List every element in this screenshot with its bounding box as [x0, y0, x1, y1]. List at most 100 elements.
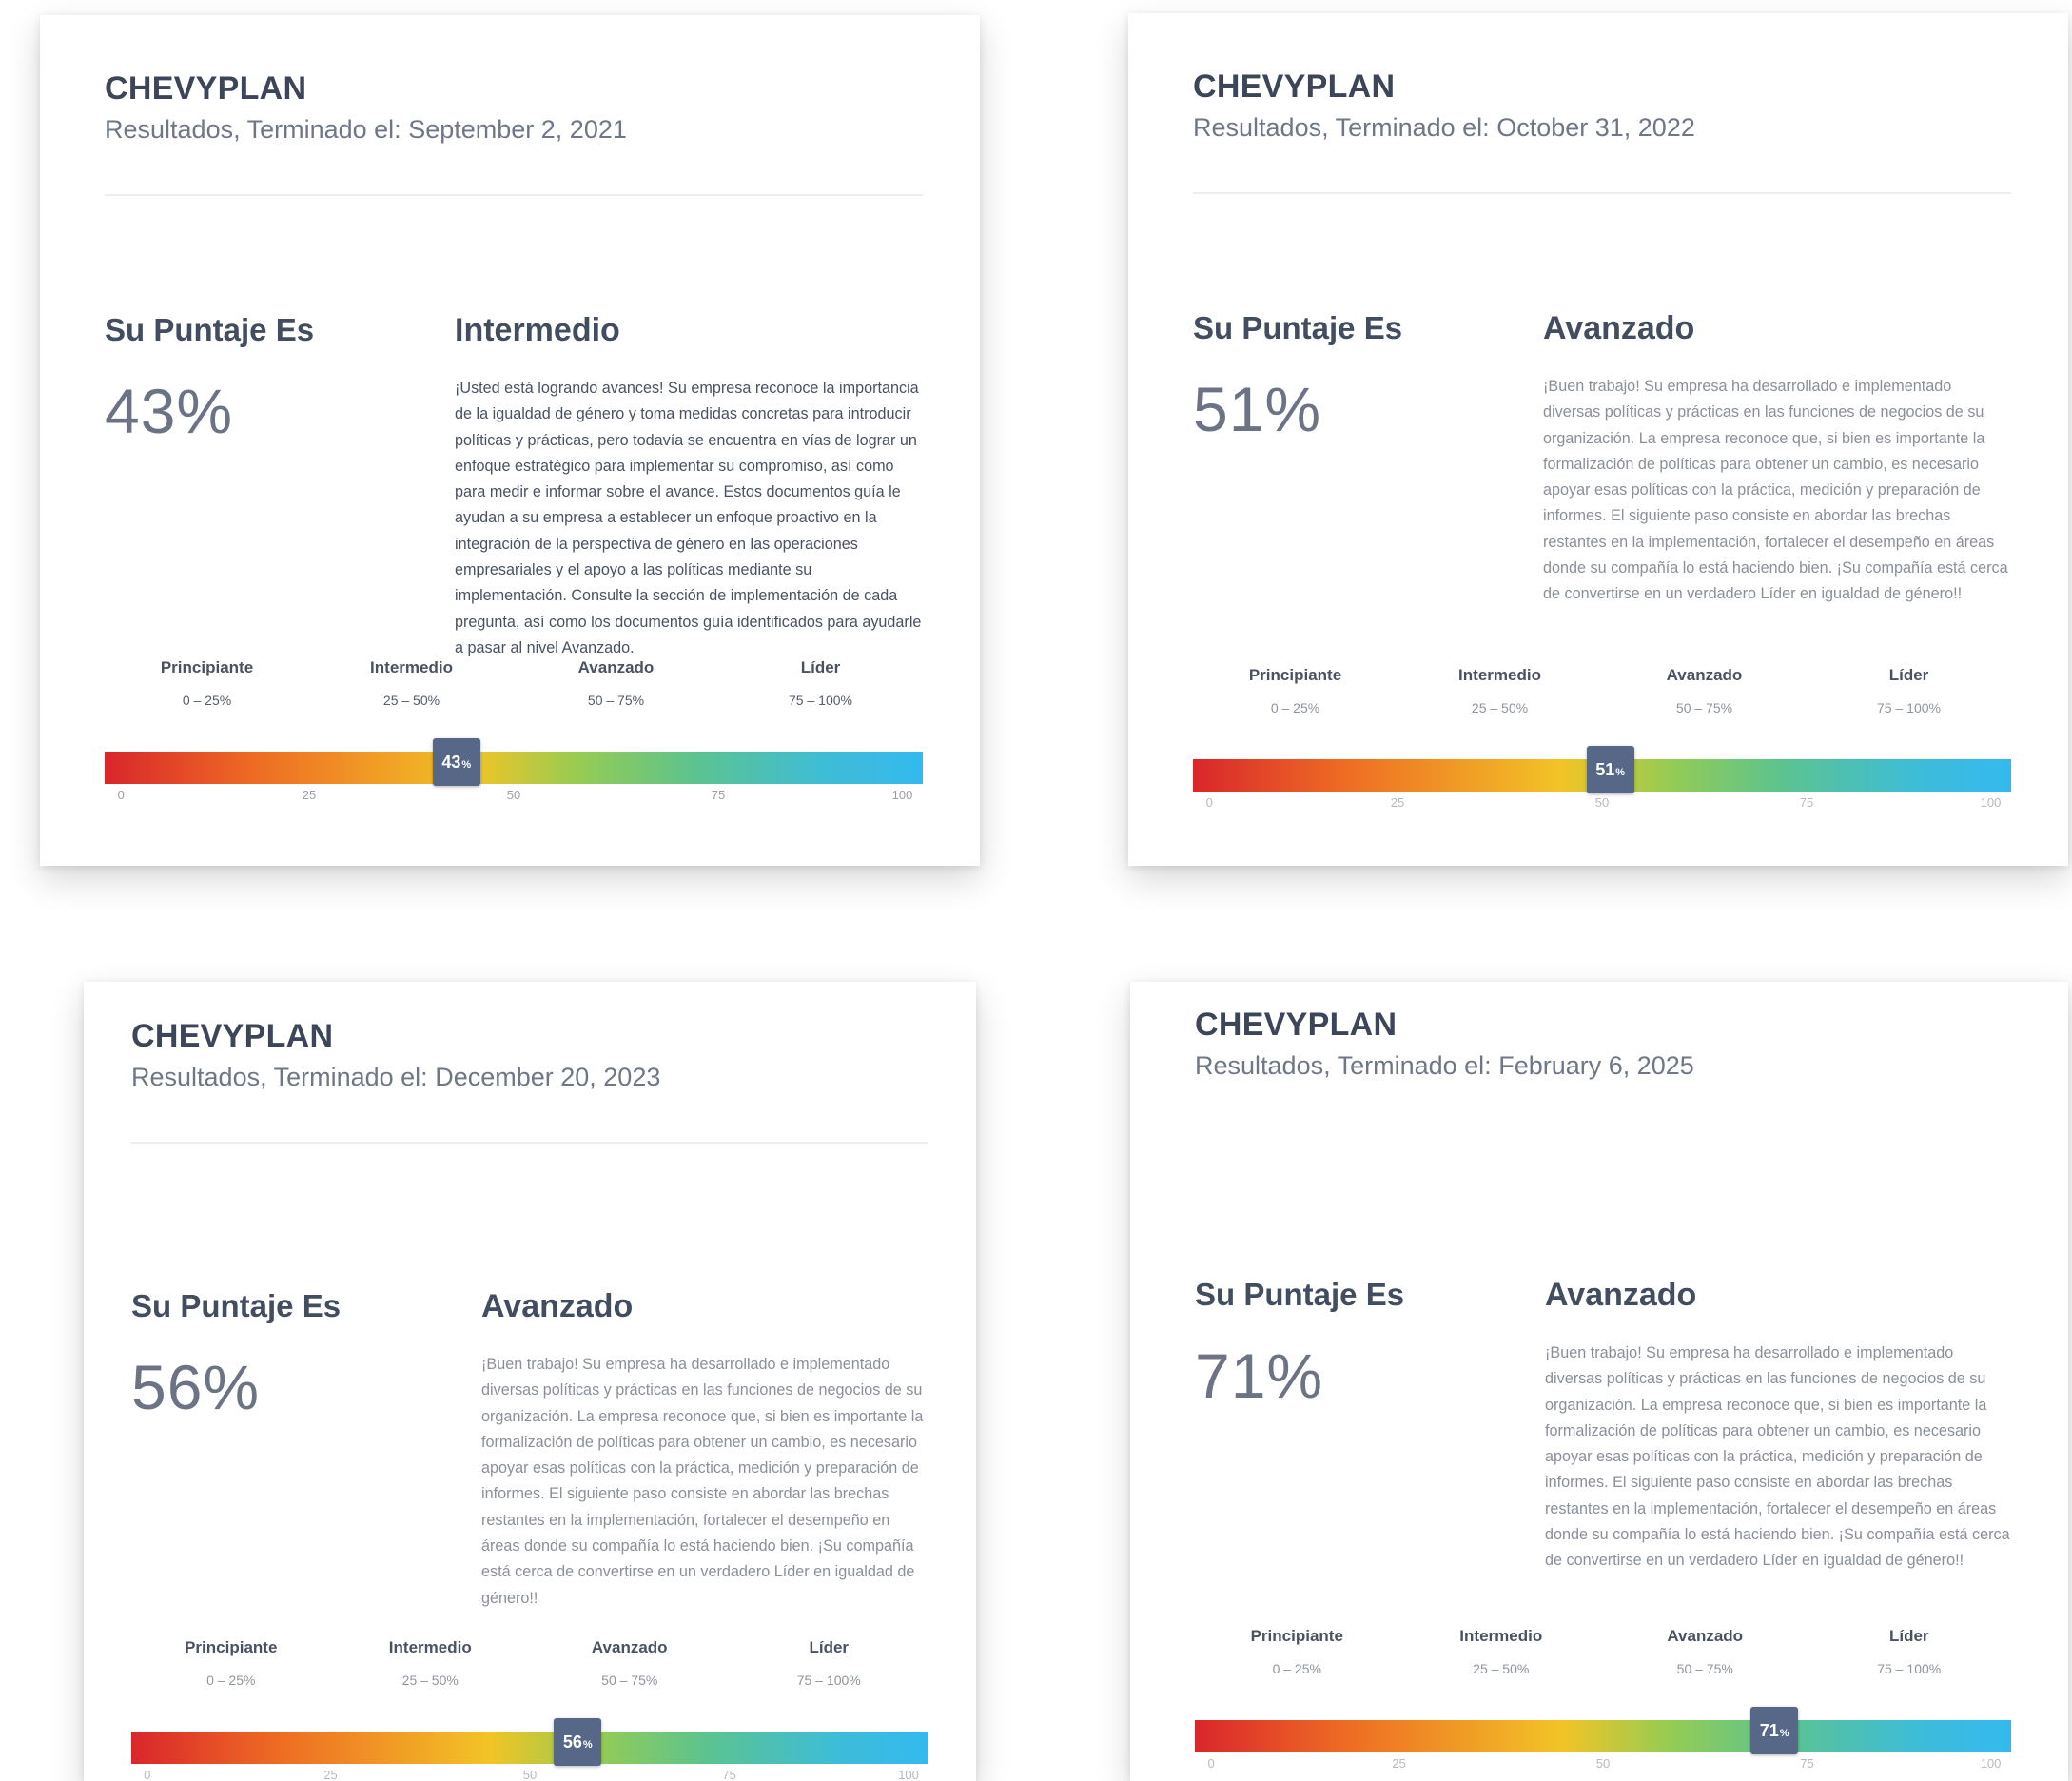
scale-tick: 0	[1207, 1756, 1215, 1771]
level-principiante: Principiante 0 – 25%	[1195, 1627, 1399, 1676]
level-lider: Líder 75 – 100%	[718, 658, 923, 708]
score-marker: 71%	[1750, 1707, 1799, 1754]
company-name: CHEVYPLAN	[105, 70, 307, 107]
header-divider	[105, 194, 923, 196]
level-range: 75 – 100%	[1877, 700, 1941, 715]
score-scale: 71% 0 25 50 75 100	[1195, 1701, 2011, 1771]
level-name: Principiante	[1250, 1627, 1343, 1645]
level-name: Principiante	[160, 658, 254, 676]
completed-label: Resultados, Terminado el:	[105, 115, 401, 144]
marker-unit: %	[461, 759, 472, 771]
level-lider: Líder 75 – 100%	[1808, 1627, 2012, 1676]
result-card-2022: CHEVYPLAN Resultados, Terminado el: Octo…	[1128, 13, 2068, 866]
score-section: Su Puntaje Es 51% Avanzado ¡Buen trabajo…	[1193, 310, 2011, 653]
score-heading: Su Puntaje Es	[1193, 310, 1403, 345]
level-description: ¡Buen trabajo! Su empresa ha desarrollad…	[1543, 378, 2008, 603]
screenshot-collage: { "scale": { "ticks": ["0", "25", "50", …	[0, 0, 2072, 1781]
level-avanzado: Avanzado 50 – 75%	[1603, 1627, 1808, 1676]
level-intermedio: Intermedio 25 – 50%	[1398, 666, 1602, 715]
score-section: Su Puntaje Es 43% Intermedio ¡Usted está…	[105, 312, 923, 656]
scale-ticks: 0 25 50 75 100	[1195, 1756, 2011, 1775]
marker-value: 56	[562, 1732, 582, 1752]
scale-tick: 0	[1205, 795, 1213, 810]
score-section: Su Puntaje Es 71% Avanzado ¡Buen trabajo…	[1195, 1277, 2011, 1619]
completed-date: September 2, 2021	[408, 115, 627, 144]
level-range: 75 – 100%	[789, 693, 852, 708]
level-avanzado: Avanzado 50 – 75%	[1602, 666, 1807, 715]
level-name: Líder	[809, 1638, 850, 1656]
level-name: Avanzado	[591, 1638, 668, 1656]
scale-tick: 50	[522, 1768, 538, 1781]
level-name: Líder	[800, 658, 841, 676]
level-range: 50 – 75%	[587, 693, 645, 708]
score-scale: 51% 0 25 50 75 100	[1193, 740, 2011, 810]
level-range: 0 – 25%	[182, 693, 232, 708]
gradient-bar	[131, 1732, 928, 1764]
marker-value: 43	[441, 753, 461, 772]
result-subtitle: Resultados, Terminado el: September 2, 2…	[105, 115, 923, 145]
level-name: Avanzado	[577, 658, 655, 676]
scale-tick: 75	[711, 788, 726, 802]
completed-date: December 20, 2023	[435, 1063, 661, 1091]
scale-tick: 25	[1390, 795, 1405, 810]
level-name: Principiante	[1248, 666, 1342, 684]
company-name: CHEVYPLAN	[1195, 1007, 1398, 1043]
level-description: ¡Usted está logrando avances! Su empresa…	[455, 380, 922, 656]
level-range: 25 – 50%	[401, 1673, 459, 1688]
header-divider	[1193, 192, 2011, 194]
score-scale: 43% 0 25 50 75 100	[105, 733, 923, 802]
completed-date: October 31, 2022	[1496, 113, 1695, 142]
level-lider: Líder 75 – 100%	[1807, 666, 2011, 715]
completed-label: Resultados, Terminado el:	[1193, 113, 1490, 142]
score-heading: Su Puntaje Es	[1195, 1277, 1405, 1312]
level-name: Avanzado	[1667, 1627, 1744, 1645]
scale-tick: 100	[1980, 1756, 2002, 1771]
result-subtitle: Resultados, Terminado el: December 20, 2…	[131, 1063, 928, 1092]
level-range: 75 – 100%	[1877, 1661, 1942, 1676]
level-range: 25 – 50%	[382, 693, 440, 708]
level-range: 0 – 25%	[1270, 700, 1320, 715]
header-divider	[1195, 1130, 2011, 1132]
score-section: Su Puntaje Es 56% Avanzado ¡Buen trabajo…	[131, 1288, 928, 1631]
level-avanzado: Avanzado 50 – 75%	[530, 1638, 730, 1688]
score-heading: Su Puntaje Es	[131, 1288, 342, 1323]
level-range: 50 – 75%	[1676, 1661, 1733, 1676]
level-title: Avanzado	[1545, 1277, 1697, 1313]
company-name: CHEVYPLAN	[131, 1018, 334, 1054]
level-name: Avanzado	[1666, 666, 1743, 684]
result-subtitle: Resultados, Terminado el: October 31, 20…	[1193, 113, 2011, 143]
level-principiante: Principiante 0 – 25%	[1193, 666, 1398, 715]
level-scale: Principiante 0 – 25% Intermedio 25 – 50%…	[1195, 1627, 2011, 1779]
level-principiante: Principiante 0 – 25%	[131, 1638, 331, 1688]
completed-label: Resultados, Terminado el:	[131, 1063, 428, 1091]
level-range: 0 – 25%	[1272, 1661, 1321, 1676]
score-value: 71%	[1195, 1341, 1324, 1411]
level-lider: Líder 75 – 100%	[730, 1638, 929, 1688]
level-range: 0 – 25%	[206, 1673, 256, 1688]
scale-tick: 75	[722, 1768, 736, 1781]
level-principiante: Principiante 0 – 25%	[105, 658, 309, 708]
level-intermedio: Intermedio 25 – 50%	[331, 1638, 531, 1688]
scale-tick: 100	[1980, 795, 2002, 810]
level-name: Líder	[1888, 1627, 1929, 1645]
scale-tick: 0	[117, 788, 125, 802]
marker-unit: %	[1779, 1728, 1789, 1739]
level-title: Intermedio	[455, 312, 620, 348]
level-title: Avanzado	[481, 1288, 634, 1324]
result-card-2023: CHEVYPLAN Resultados, Terminado el: Dece…	[84, 982, 976, 1781]
marker-unit: %	[1615, 767, 1625, 778]
level-range: 25 – 50%	[1473, 1661, 1530, 1676]
header-divider	[131, 1142, 928, 1144]
level-name: Intermedio	[370, 658, 453, 676]
gradient-bar	[105, 752, 923, 784]
score-value: 43%	[105, 376, 234, 446]
completed-label: Resultados, Terminado el:	[1195, 1051, 1492, 1080]
scale-tick: 25	[302, 788, 317, 802]
level-avanzado: Avanzado 50 – 75%	[514, 658, 718, 708]
level-description: ¡Buen trabajo! Su empresa ha desarrollad…	[1545, 1344, 2010, 1570]
company-name: CHEVYPLAN	[1193, 68, 1396, 105]
level-name: Intermedio	[388, 1638, 472, 1656]
marker-value: 71	[1759, 1721, 1779, 1740]
level-scale: Principiante 0 – 25% Intermedio 25 – 50%…	[1193, 666, 2011, 818]
level-name: Intermedio	[1459, 1627, 1543, 1645]
